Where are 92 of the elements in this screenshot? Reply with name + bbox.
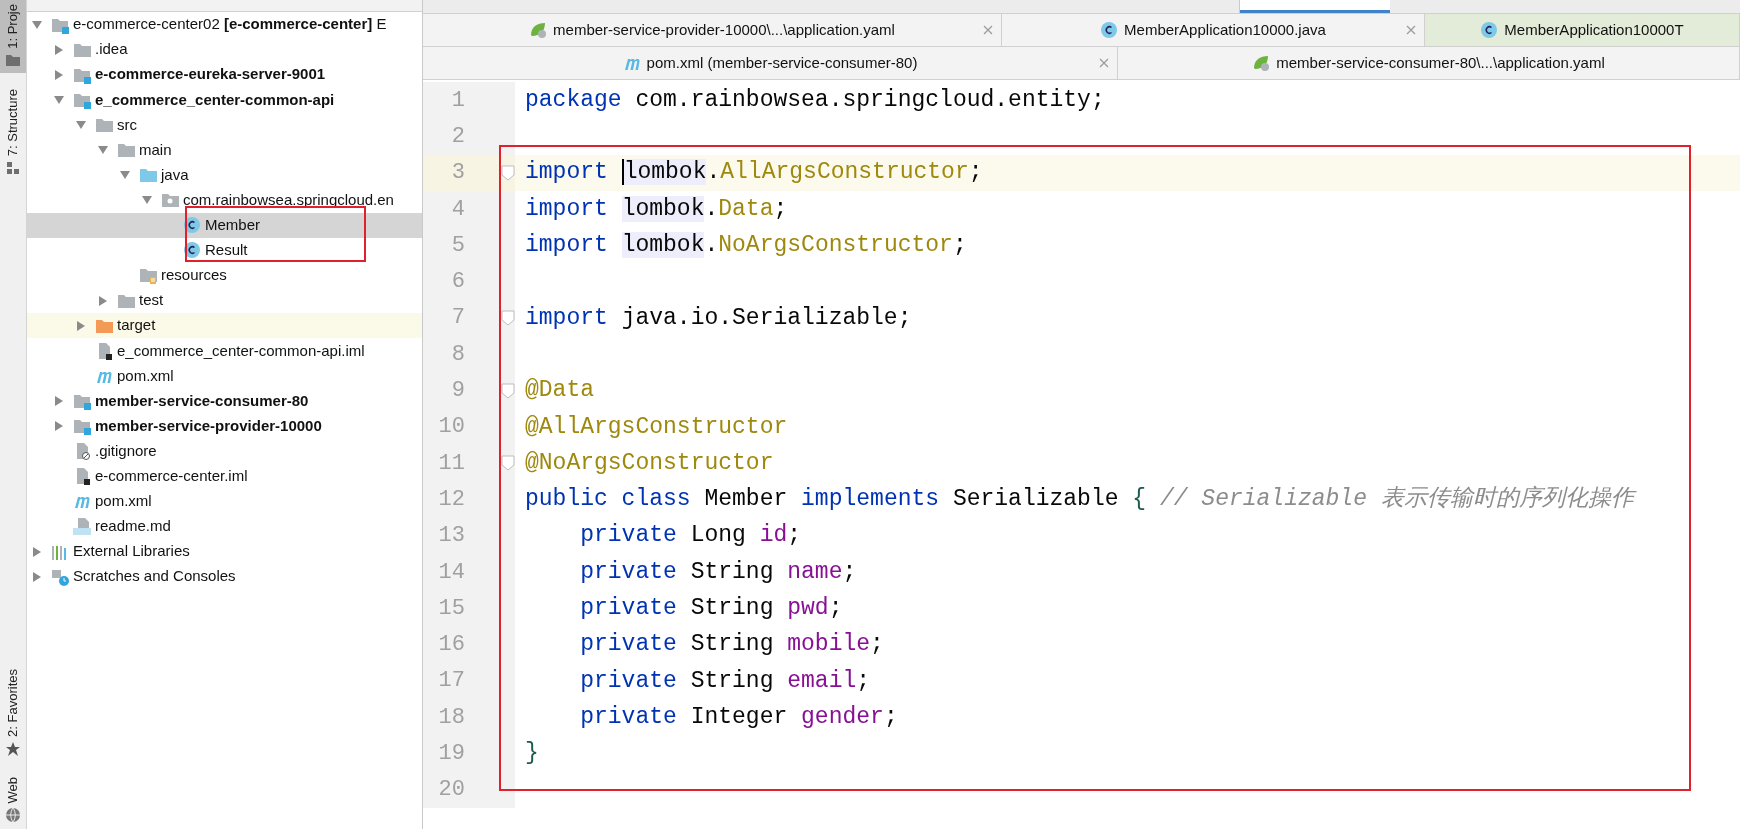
class-icon [183,216,201,235]
tree-item[interactable]: Scratches and Consoles [27,564,422,590]
line-number: 17 [437,667,465,696]
tree-item[interactable]: src [27,112,422,138]
tool-window-button[interactable]: 7: Structure [0,84,26,180]
class-icon [183,241,201,260]
line-number: 3 [450,159,465,188]
tree-item[interactable]: resources [27,262,422,289]
line-number: 12 [437,485,465,514]
line-number: 8 [450,340,465,369]
scratches-icon [51,567,69,586]
tree-item[interactable]: pom.xml [27,488,422,514]
line-number: 9 [450,377,465,405]
tree-item[interactable]: .idea [27,37,422,63]
tree-item[interactable]: External Libraries [27,538,422,565]
folder-icon [117,141,135,159]
editor-tab[interactable]: MemberApplication10000T [1425,14,1740,46]
tree-item[interactable]: e-commerce-eureka-server-9001 [27,62,422,88]
tree-item[interactable]: readme.md [27,513,422,539]
code-line: import java.io.Serializable; [524,303,912,333]
tree-item[interactable]: e-commerce-center.iml [27,463,422,489]
tool-window-button[interactable]: 1: Proje [0,0,26,73]
code-line: } [524,739,539,769]
structure-icon [5,160,21,176]
expand-arrow-icon [31,545,43,558]
folder-icon [5,52,21,69]
code-line: private Long id; [579,521,802,551]
leaf-icon [1252,54,1271,72]
resource-folder-icon [139,266,157,285]
class-icon [1480,21,1499,39]
tool-window-button[interactable]: Web [0,772,26,827]
tree-item[interactable]: e_commerce_center-common-api.iml [27,338,422,364]
collapse-arrow-icon [53,93,65,106]
package-folder-icon [161,191,179,210]
tree-item[interactable]: .gitignore [27,438,422,464]
expand-arrow-icon [75,319,87,332]
expand-arrow-icon [53,43,65,56]
line-number: 4 [450,195,465,224]
line-number: 2 [450,122,465,151]
code-line: private String mobile; [579,630,884,660]
tree-item[interactable]: main [27,137,422,163]
expand-arrow-icon [53,68,65,81]
line-number: 10 [437,413,465,442]
line-number: 15 [437,594,465,623]
tree-item[interactable]: Result [27,237,422,263]
code-line: package com.rainbowsea.springcloud.entity; [524,85,1105,115]
line-number: 19 [437,740,465,768]
code-line: private Integer gender; [579,702,898,732]
globe-icon [5,807,21,823]
tool-window-button[interactable]: 2: Favorites [0,664,26,761]
line-number: 18 [437,703,465,732]
code-line: @NoArgsConstructor [524,448,774,478]
code-line: import lombok.NoArgsConstructor; [524,231,967,261]
star-icon [5,740,21,757]
tree-item[interactable]: java [27,162,422,188]
tree-item[interactable]: pom.xml [27,363,422,389]
tree-item[interactable]: member-service-consumer-80 [27,388,422,414]
line-number: 20 [437,776,465,805]
expand-arrow-icon [53,420,65,433]
tree-item[interactable]: e_commerce_center-common-api [27,87,422,113]
tree-item[interactable]: e-commerce-center02 [e-commerce-center] E [27,12,422,38]
code-line: @AllArgsConstructor [524,412,788,442]
line-number: 7 [450,304,465,333]
code-line: private String email; [579,666,871,696]
code-line: @Data [524,376,594,406]
tree-item[interactable]: target [27,313,422,339]
expand-arrow-icon [53,394,65,407]
line-number: 6 [450,268,465,297]
tree-item[interactable]: member-service-provider-10000 [27,413,422,439]
collapse-arrow-icon [31,18,43,31]
line-number: 16 [437,631,465,660]
line-number: 14 [437,558,465,587]
code-line: private String pwd; [579,594,843,624]
line-number: 11 [437,449,465,478]
folder-icon [139,166,157,185]
leaf-icon [529,21,548,39]
tree-item[interactable]: com.rainbowsea.springcloud.en [27,187,422,213]
tree-item[interactable]: test [27,288,422,314]
line-number: 5 [450,231,465,260]
code-line: import lombok.AllArgsConstructor; [524,158,983,188]
line-number: 13 [437,522,465,551]
code-line: import lombok.Data; [524,194,788,224]
expand-arrow-icon [97,294,109,307]
markdown-file-icon [73,517,91,536]
tree-item[interactable]: Member [27,212,422,238]
collapse-arrow-icon [97,144,109,156]
collapse-arrow-icon [75,118,87,131]
class-icon [1100,21,1119,39]
code-line: private String name; [579,557,857,587]
expand-arrow-icon [31,570,43,583]
line-number: 1 [450,86,465,115]
module-folder-icon [73,417,91,436]
